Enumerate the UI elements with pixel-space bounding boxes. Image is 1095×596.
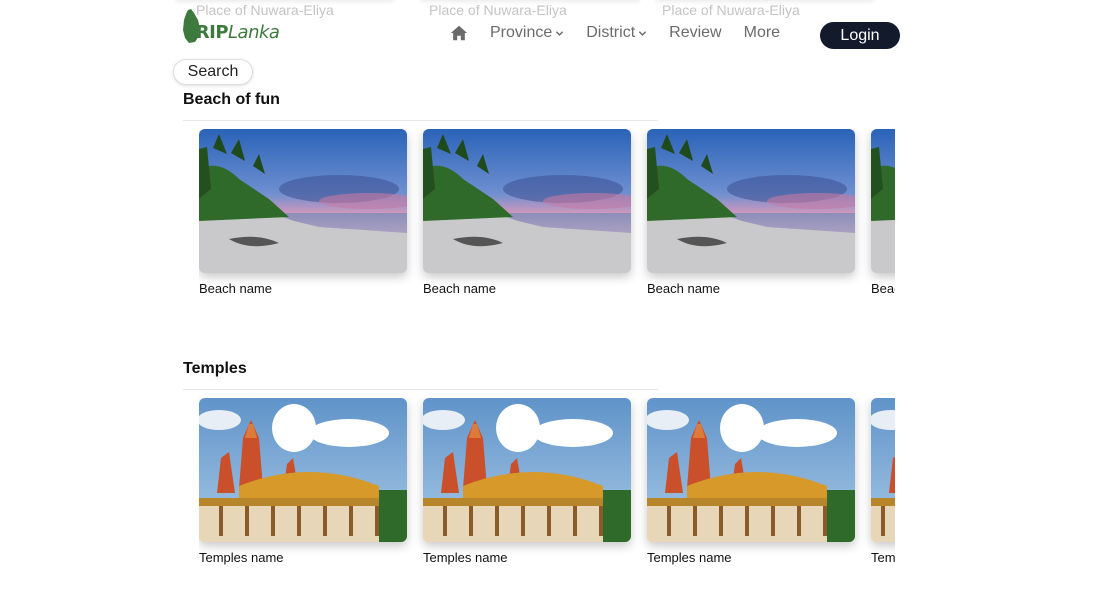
section-title-beach: Beach of fun	[183, 91, 280, 108]
beach-name: Beach name	[199, 281, 272, 296]
nav-province[interactable]: Province	[490, 24, 564, 42]
nav-more-label: More	[743, 24, 781, 41]
logo-text: TRIPLanka	[184, 22, 280, 43]
temple-card[interactable]: Temples name	[199, 398, 407, 565]
beach-card[interactable]: Beach name	[423, 129, 631, 296]
beach-image	[423, 129, 631, 273]
home-icon[interactable]	[450, 24, 468, 42]
section-title-temples: Temples	[183, 360, 247, 377]
beach-image	[199, 129, 407, 273]
nav-district[interactable]: District	[586, 24, 647, 42]
login-button[interactable]: Login	[820, 22, 900, 49]
beach-name: Beach name	[423, 281, 496, 296]
beach-image	[871, 129, 895, 273]
main-nav: Province District Review More	[450, 24, 802, 42]
temple-name: Temples name	[199, 550, 284, 565]
faded-caption: Place of Nuwara-Eliya	[662, 2, 800, 18]
temples-carousel[interactable]: Temples name Temples name Temples name T…	[199, 398, 895, 573]
beach-card[interactable]: Beach name	[871, 129, 895, 296]
chevron-down-icon	[556, 30, 564, 36]
search-button[interactable]: Search	[173, 59, 253, 85]
nav-province-label: Province	[490, 24, 553, 41]
nav-review[interactable]: Review	[669, 24, 721, 42]
chevron-down-icon	[638, 30, 647, 36]
temple-card[interactable]: Temples name	[423, 398, 631, 565]
temple-name: Temples name	[647, 550, 732, 565]
beach-name: Beach name	[647, 281, 720, 296]
temple-image	[871, 398, 895, 542]
temple-card[interactable]: Temples name	[647, 398, 855, 565]
beach-name: Beach name	[871, 281, 895, 296]
faded-caption: Place of Nuwara-Eliya	[429, 2, 567, 18]
temple-name: Temples name	[871, 550, 895, 565]
temple-image	[647, 398, 855, 542]
beach-card[interactable]: Beach name	[199, 129, 407, 296]
section-divider	[183, 389, 658, 390]
logo[interactable]: TRIPLanka	[182, 8, 280, 46]
nav-review-label: Review	[669, 24, 722, 41]
temple-image	[423, 398, 631, 542]
beach-card[interactable]: Beach name	[647, 129, 855, 296]
beach-image	[647, 129, 855, 273]
nav-district-label: District	[586, 24, 636, 41]
temple-image	[199, 398, 407, 542]
nav-more[interactable]: More	[744, 24, 780, 42]
section-divider	[183, 120, 658, 121]
temple-name: Temples name	[423, 550, 508, 565]
beach-carousel[interactable]: Beach name Beach name Beach name Bea	[199, 129, 895, 304]
temple-card[interactable]: Temples name	[871, 398, 895, 565]
